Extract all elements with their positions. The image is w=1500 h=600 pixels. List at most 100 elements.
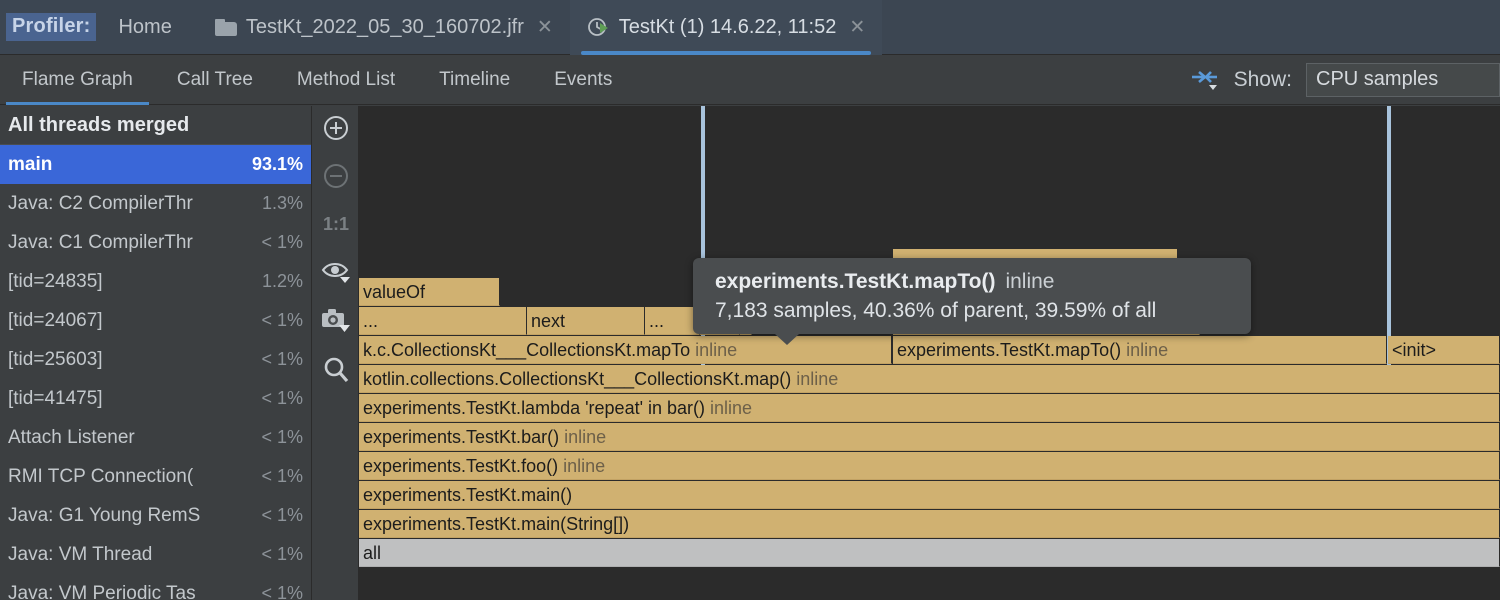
flame-frame-inline-badge: inline xyxy=(559,427,606,447)
top-tab-testkt-run[interactable]: TestKt (1) 14.6.22, 11:52 ✕ xyxy=(570,0,882,55)
thread-row[interactable]: [tid=41475]< 1% xyxy=(0,379,311,418)
flame-frame[interactable]: kotlin.collections.CollectionsKt___Colle… xyxy=(359,365,1500,393)
thread-row[interactable]: RMI TCP Connection(< 1% xyxy=(0,457,311,496)
thread-row[interactable]: main 93.1% xyxy=(0,145,311,184)
thread-row[interactable]: Java: C1 CompilerThr< 1% xyxy=(0,223,311,262)
top-tab-home[interactable]: Home xyxy=(96,0,197,55)
view-toolbar: Flame Graph Call Tree Method List Timeli… xyxy=(0,55,1500,105)
tooltip-stats: 7,183 samples, 40.36% of parent, 39.59% … xyxy=(715,299,1234,323)
flame-frame-inline-badge: inline xyxy=(690,340,737,360)
close-icon[interactable]: ✕ xyxy=(849,18,865,37)
tab-events-label: Events xyxy=(554,69,612,91)
magnifier-icon xyxy=(321,355,351,390)
thread-row-percent: < 1% xyxy=(253,505,303,526)
zoom-out-icon xyxy=(321,161,351,196)
flame-frame[interactable]: experiments.TestKt.main(String[]) xyxy=(359,510,1500,538)
thread-row-name: main xyxy=(8,154,52,176)
folder-icon xyxy=(215,19,237,36)
thread-row[interactable]: Attach Listener < 1% xyxy=(0,418,311,457)
thread-row-name: [tid=24067] xyxy=(8,310,103,332)
flame-graph-canvas[interactable]: valueOfjava.util.ArrayList.grow(int)...n… xyxy=(359,106,1500,600)
flame-frame[interactable]: experiments.TestKt.main() xyxy=(359,481,1500,509)
flame-frame-label: all xyxy=(363,543,381,563)
thread-row[interactable]: [tid=24067] < 1% xyxy=(0,301,311,340)
flame-frame[interactable]: ... xyxy=(359,307,527,335)
flame-frame-label: experiments.TestKt.lambda 'repeat' in ba… xyxy=(363,398,705,418)
thread-row-percent: < 1% xyxy=(253,583,303,600)
thread-list-header-label: All threads merged xyxy=(8,114,189,137)
flame-frame-label: experiments.TestKt.mapTo() xyxy=(897,340,1121,360)
thread-row[interactable]: [tid=24835]1.2% xyxy=(0,262,311,301)
tab-method-list[interactable]: Method List xyxy=(275,55,417,105)
eye-icon xyxy=(320,258,352,291)
top-tab-jfr-file[interactable]: TestKt_2022_05_30_160702.jfr ✕ xyxy=(198,0,570,55)
thread-row[interactable]: [tid=25603] < 1% xyxy=(0,340,311,379)
flame-frame-label: ... xyxy=(363,311,378,331)
tab-timeline[interactable]: Timeline xyxy=(417,55,532,105)
tooltip-title-line: experiments.TestKt.mapTo() inline xyxy=(715,270,1234,294)
tab-flame-graph-label: Flame Graph xyxy=(22,69,133,91)
actual-size-button[interactable]: 1:1 xyxy=(318,206,354,242)
thread-row-name: Java: VM Periodic Tas xyxy=(8,583,196,600)
flame-frame-label: <init> xyxy=(1392,340,1436,360)
top-tab-testkt-run-label: TestKt (1) 14.6.22, 11:52 xyxy=(619,16,837,39)
zoom-out-button[interactable] xyxy=(318,160,354,196)
search-button[interactable] xyxy=(318,354,354,390)
flame-frame-inline-badge: inline xyxy=(1121,340,1168,360)
thread-row-name: Java: G1 Young RemS xyxy=(8,505,200,527)
time-guide-line xyxy=(1387,106,1391,368)
thread-row-percent: < 1% xyxy=(253,427,303,448)
flame-frame[interactable]: experiments.TestKt.lambda 'repeat' in ba… xyxy=(359,394,1500,422)
thread-row-name: Attach Listener xyxy=(8,427,135,449)
tab-call-tree-label: Call Tree xyxy=(177,69,253,91)
thread-row-percent: 1.3% xyxy=(254,193,303,214)
toolbar-right-group: Show: CPU samples xyxy=(1190,63,1500,97)
flame-frame[interactable]: experiments.TestKt.mapTo() inline xyxy=(893,336,1387,364)
flame-frame-label: experiments.TestKt.main() xyxy=(363,485,572,505)
thread-list-panel[interactable]: All threads merged main 93.1% Java: C2 Com… xyxy=(0,106,311,600)
visibility-button[interactable] xyxy=(318,256,354,292)
flame-frame[interactable]: next xyxy=(527,307,645,335)
flame-frame-label: kotlin.collections.CollectionsKt___Colle… xyxy=(363,369,791,389)
flame-frame[interactable]: experiments.TestKt.foo() inline xyxy=(359,452,1500,480)
flame-tools-rail: 1:1 xyxy=(312,106,358,600)
flame-frame[interactable]: k.c.CollectionsKt___CollectionsKt.mapTo … xyxy=(359,336,892,364)
thread-row-name: Java: C1 CompilerThr xyxy=(8,232,193,254)
tooltip-arrow xyxy=(775,334,799,345)
tab-events[interactable]: Events xyxy=(532,55,634,105)
thread-row-name: [tid=25603] xyxy=(8,349,103,371)
tab-call-tree[interactable]: Call Tree xyxy=(155,55,275,105)
thread-row[interactable]: Java: VM Periodic Tas < 1% xyxy=(0,574,311,600)
flame-frame[interactable]: experiments.TestKt.bar() inline xyxy=(359,423,1500,451)
tooltip-method-name: experiments.TestKt.mapTo() xyxy=(715,270,995,293)
zoom-in-button[interactable] xyxy=(318,112,354,148)
thread-row-percent: < 1% xyxy=(253,310,303,331)
thread-row-percent: < 1% xyxy=(253,544,303,565)
thread-rows: main93.1%Java: C2 CompilerThr1.3%Java: C… xyxy=(0,145,311,600)
zoom-in-icon xyxy=(321,113,351,148)
collapse-frames-icon[interactable] xyxy=(1190,67,1220,93)
thread-row-percent: < 1% xyxy=(253,349,303,370)
thread-row-percent: 93.1% xyxy=(244,154,303,175)
flame-frame[interactable]: <init> xyxy=(1388,336,1500,364)
tooltip-inline-badge: inline xyxy=(1005,270,1054,293)
snapshot-button[interactable] xyxy=(318,304,354,340)
flame-frame-label: ... xyxy=(649,311,664,331)
thread-row[interactable]: Java: C2 CompilerThr1.3% xyxy=(0,184,311,223)
flame-frame-label: experiments.TestKt.foo() xyxy=(363,456,558,476)
tab-flame-graph[interactable]: Flame Graph xyxy=(0,55,155,105)
thread-row-name: Java: VM Thread xyxy=(8,544,152,566)
flame-frame[interactable]: all xyxy=(359,539,1500,567)
thread-list-header: All threads merged xyxy=(0,106,311,145)
thread-row[interactable]: Java: G1 Young RemS < 1% xyxy=(0,496,311,535)
show-combo-value: CPU samples xyxy=(1316,68,1438,91)
thread-row[interactable]: Java: VM Thread < 1% xyxy=(0,535,311,574)
show-combo-box[interactable]: CPU samples xyxy=(1306,63,1500,97)
tab-method-list-label: Method List xyxy=(297,69,395,91)
thread-row-percent: 1.2% xyxy=(254,271,303,292)
top-tab-bar: Profiler: Home TestKt_2022_05_30_160702.… xyxy=(0,0,1500,55)
flame-frame[interactable]: ... xyxy=(645,307,700,335)
close-icon[interactable]: ✕ xyxy=(537,18,553,37)
flame-frame-inline-badge: inline xyxy=(558,456,605,476)
flame-frame[interactable]: valueOf xyxy=(359,278,500,306)
